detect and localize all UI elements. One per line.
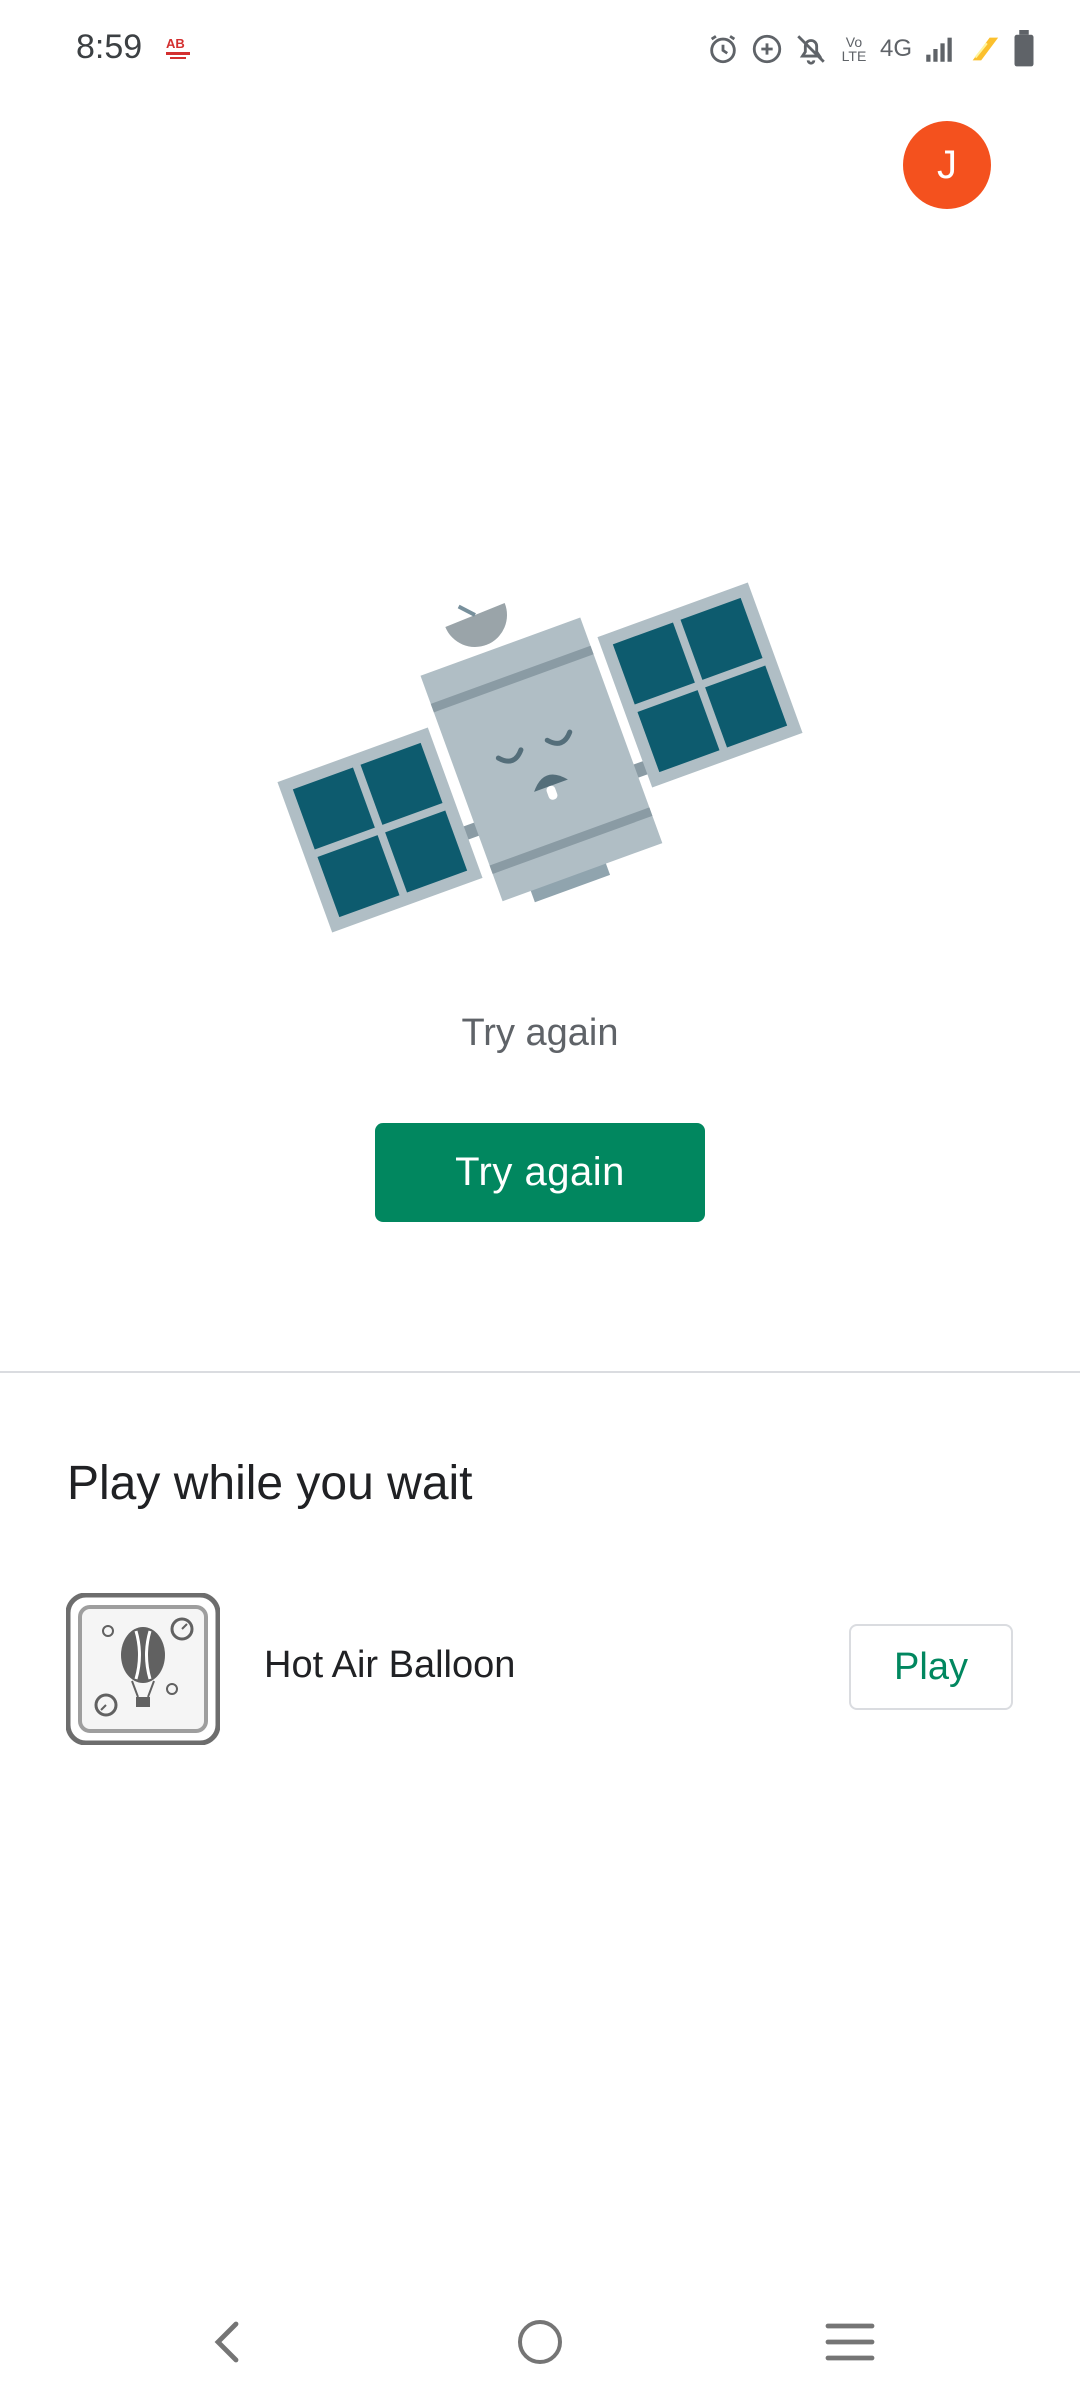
navigation-bar [0, 2290, 1080, 2400]
try-again-button[interactable]: Try again [375, 1123, 705, 1222]
account-avatar[interactable]: J [903, 121, 991, 209]
signal-icon [922, 32, 956, 66]
section-title: Play while you wait [67, 1457, 473, 1510]
game-name: Hot Air Balloon [264, 1644, 516, 1686]
game-list-item[interactable]: Hot Air Balloon Play [0, 1590, 1080, 1746]
home-icon[interactable] [500, 2310, 580, 2374]
status-time: 8:59 [76, 28, 143, 66]
status-icons: Vo LTE 4G [706, 28, 1036, 70]
alarm-icon [706, 32, 740, 66]
charging-icon [966, 32, 1002, 66]
battery-icon [1012, 30, 1036, 68]
app-notification-icon: AB [164, 34, 194, 62]
play-button[interactable]: Play [849, 1624, 1013, 1710]
status-bar: 8:59 AB Vo LTE 4G [0, 0, 1080, 96]
section-divider [0, 1371, 1080, 1373]
account-initial: J [937, 142, 957, 187]
volte-icon: Vo LTE [841, 34, 867, 64]
error-message: Try again [461, 1012, 619, 1054]
recents-icon[interactable] [810, 2310, 890, 2374]
network-type: 4G [879, 35, 912, 62]
notifications-off-icon [794, 32, 828, 66]
sleeping-satellite-illustration [260, 560, 820, 980]
hot-air-balloon-icon[interactable] [65, 1592, 221, 1746]
back-icon[interactable] [188, 2310, 268, 2374]
svg-text:AB: AB [166, 36, 185, 51]
data-saver-icon [750, 32, 784, 66]
